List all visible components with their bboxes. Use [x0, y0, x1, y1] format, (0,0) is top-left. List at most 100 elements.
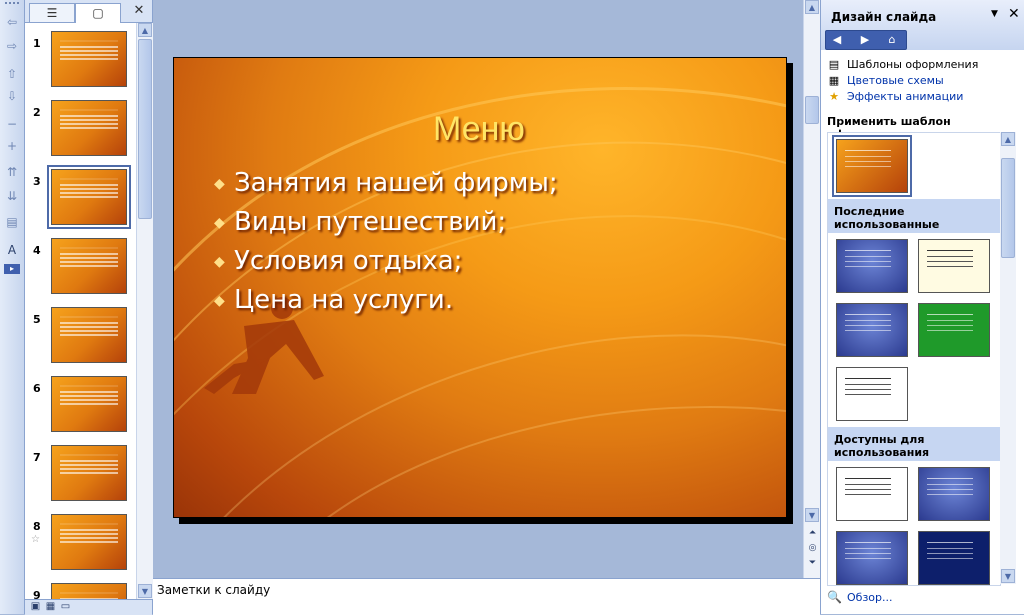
toolbar-grip[interactable]	[5, 2, 19, 7]
template-item[interactable]	[836, 239, 908, 293]
home-icon[interactable]: ⌂	[884, 32, 900, 48]
slide-thumbnail-9[interactable]	[51, 583, 127, 599]
show-formatting-icon[interactable]: A	[4, 242, 20, 258]
close-icon[interactable]: ✕	[1008, 6, 1020, 22]
forward-icon[interactable]: ▶	[857, 32, 873, 48]
thumb-number: 9	[33, 589, 41, 599]
thumb-content	[60, 178, 118, 180]
slide-thumbnail-6[interactable]	[51, 376, 127, 432]
template-item[interactable]	[836, 531, 908, 585]
animation-effects-link[interactable]: Эффекты анимации	[847, 90, 963, 103]
slide-thumbnail-3[interactable]	[49, 167, 129, 227]
task-pane-header: Дизайн слайда ▼ ✕ ◀ ▶ ⌂	[821, 0, 1024, 50]
diamond-bullet-icon: ◆	[214, 214, 225, 231]
template-scrollbar[interactable]: ▲ ▼	[1000, 132, 1016, 584]
thumbnail-scrollbar[interactable]: ▲ ▼	[136, 23, 153, 599]
slide-thumbnail-1[interactable]	[51, 31, 127, 87]
slide-thumbnail-4[interactable]	[51, 238, 127, 294]
move-up-icon[interactable]: ⇧	[4, 66, 20, 82]
notes-placeholder[interactable]: Заметки к слайду	[157, 583, 270, 597]
thumb-content	[60, 316, 118, 318]
template-item[interactable]	[918, 303, 990, 357]
diamond-bullet-icon: ◆	[214, 175, 225, 192]
thumb-content	[60, 40, 118, 42]
bullet-text: Условия отдыха;	[234, 246, 463, 276]
next-slide-icon[interactable]: ⏷	[805, 557, 820, 570]
pane-tabs: ☰ ▢ ✕	[25, 0, 152, 23]
thumbnail-list: 1 2 3 4 5 6 7 8 ☆ 9	[25, 23, 135, 599]
bullet-item: ◆ Цена на услуги.	[214, 285, 558, 324]
template-preview	[845, 378, 891, 379]
bullet-text: Виды путешествий;	[234, 207, 507, 237]
color-schemes-link[interactable]: Цветовые схемы	[847, 74, 944, 87]
previous-slide-icon[interactable]: ⏶	[805, 527, 820, 540]
slide-thumbnail-2[interactable]	[51, 100, 127, 156]
summary-slide-icon[interactable]: ▤	[4, 214, 20, 230]
scroll-up-icon[interactable]: ▲	[138, 23, 152, 37]
slide-title[interactable]: Меню	[254, 110, 704, 149]
template-preview	[927, 542, 973, 543]
expand-icon[interactable]: +	[4, 138, 20, 154]
select-object-icon[interactable]: ◎	[805, 542, 820, 555]
template-preview	[845, 314, 891, 315]
template-item[interactable]	[836, 467, 908, 521]
normal-view-icon[interactable]: ▣	[29, 601, 42, 613]
scroll-thumb[interactable]	[805, 96, 819, 124]
back-icon[interactable]: ◀	[829, 32, 845, 48]
notes-pane[interactable]: Заметки к слайду	[153, 578, 820, 615]
browse-link[interactable]: Обзор...	[847, 591, 893, 604]
slide-thumbnail-8[interactable]	[51, 514, 127, 570]
template-preview	[845, 478, 891, 479]
template-preview	[845, 150, 891, 151]
promote-icon[interactable]: ⇦	[4, 14, 20, 30]
group-available: Доступны для использования	[828, 427, 1000, 461]
template-item[interactable]	[918, 239, 990, 293]
outline-icon: ☰	[46, 6, 58, 20]
scroll-down-icon[interactable]: ▼	[805, 508, 819, 522]
close-icon[interactable]: ✕	[131, 3, 147, 19]
template-preview	[927, 250, 973, 251]
template-item[interactable]	[836, 303, 908, 357]
scroll-up-icon[interactable]: ▲	[1001, 132, 1015, 146]
bullet-item: ◆ Занятия нашей фирмы;	[214, 168, 558, 207]
collapse-icon[interactable]: −	[4, 116, 20, 132]
toolbar-options-icon[interactable]: ▸	[4, 264, 20, 274]
chevron-down-icon[interactable]: ▼	[991, 9, 998, 19]
scroll-thumb[interactable]	[138, 39, 152, 219]
slide-thumbnail-5[interactable]	[51, 307, 127, 363]
collapse-all-icon[interactable]: ⇈	[4, 164, 20, 180]
template-preview	[845, 542, 891, 543]
scroll-thumb[interactable]	[1001, 158, 1015, 258]
current-slide[interactable]: Меню ◆ Занятия нашей фирмы; ◆ Виды путешес…	[173, 57, 787, 518]
thumb-content	[60, 385, 118, 387]
animation-star-icon: ☆	[31, 534, 40, 545]
animation-effects-icon: ★	[829, 90, 839, 103]
slide-sorter-icon[interactable]: ▦	[44, 601, 57, 613]
slides-icon: ▢	[92, 6, 104, 20]
design-templates-icon: ▤	[828, 58, 840, 71]
thumb-content	[60, 454, 118, 456]
slide-scrollbar[interactable]: ▲ ▼ ⏶ ◎ ⏷	[803, 0, 821, 578]
color-schemes-icon: ▦	[828, 74, 840, 87]
template-item[interactable]	[836, 367, 908, 421]
scroll-down-icon[interactable]: ▼	[1001, 569, 1015, 583]
scroll-down-icon[interactable]: ▼	[138, 584, 152, 598]
design-templates-link[interactable]: Шаблоны оформления	[847, 58, 978, 71]
slide-show-icon[interactable]: ▭	[59, 601, 72, 613]
template-preview	[927, 478, 973, 479]
slide-thumbnail-7[interactable]	[51, 445, 127, 501]
move-down-icon[interactable]: ⇩	[4, 88, 20, 104]
view-buttons: ▣ ▦ ▭	[25, 599, 152, 615]
task-pane-title: Дизайн слайда	[831, 10, 937, 24]
tab-slides[interactable]: ▢	[75, 3, 121, 23]
scroll-up-icon[interactable]: ▲	[805, 0, 819, 14]
slide-bullet-list[interactable]: ◆ Занятия нашей фирмы; ◆ Виды путешествий;…	[214, 168, 558, 324]
template-item[interactable]	[918, 531, 990, 585]
template-current[interactable]	[832, 135, 912, 197]
template-preview	[845, 250, 891, 251]
template-item[interactable]	[918, 467, 990, 521]
thumb-number: 4	[33, 244, 41, 257]
expand-all-icon[interactable]: ⇊	[4, 188, 20, 204]
demote-icon[interactable]: ⇨	[4, 38, 20, 54]
tab-outline[interactable]: ☰	[29, 3, 75, 22]
